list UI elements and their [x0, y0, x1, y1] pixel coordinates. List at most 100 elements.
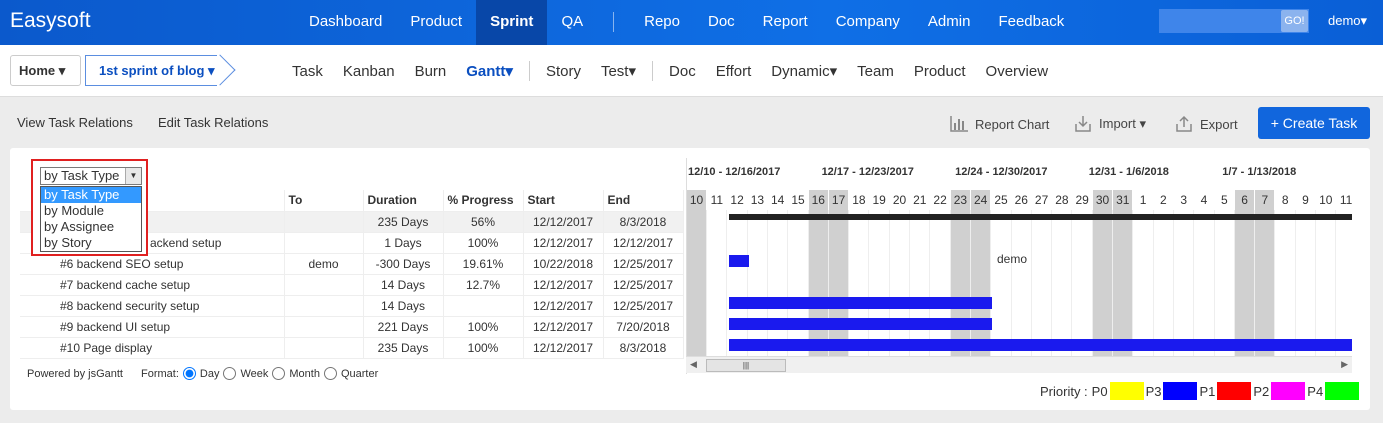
- day-label: 14: [768, 190, 789, 210]
- format-week-radio[interactable]: [223, 367, 237, 380]
- priority-p4-label: P4: [1307, 383, 1324, 399]
- brand-logo[interactable]: Easysoft: [10, 9, 91, 33]
- nav-product[interactable]: Product: [396, 0, 476, 45]
- day-label: 2: [1154, 190, 1174, 210]
- nav-qa[interactable]: QA: [547, 0, 597, 45]
- option-by-assignee[interactable]: by Assignee: [41, 219, 141, 235]
- day-column: [748, 210, 768, 356]
- option-by-story[interactable]: by Story: [41, 235, 141, 251]
- format-quarter-radio[interactable]: [323, 367, 337, 380]
- task-end: 7/20/2018: [603, 316, 684, 338]
- nav-sprint[interactable]: Sprint: [476, 0, 548, 45]
- task-start: 10/22/2018: [523, 253, 604, 275]
- day-label: 25: [992, 190, 1012, 210]
- chevron-down-icon[interactable]: ▼: [125, 168, 141, 184]
- task-end: 8/3/2018: [603, 211, 684, 233]
- group-by-select[interactable]: by Task Type ▼: [40, 167, 142, 185]
- import-button[interactable]: Import ▾: [1073, 115, 1146, 133]
- format-month-radio[interactable]: [272, 367, 286, 380]
- priority-p0-label: P0: [1091, 383, 1108, 399]
- task-name[interactable]: #10 Page display: [20, 337, 285, 359]
- week-label: 12/31 - 1/6/2018: [1088, 166, 1169, 178]
- week-label: 12/10 - 12/16/2017: [688, 166, 781, 178]
- task-bar[interactable]: [728, 318, 993, 330]
- task-bar[interactable]: [728, 255, 749, 267]
- tab-product[interactable]: Product: [904, 63, 976, 80]
- priority-p4-swatch: [1325, 382, 1360, 400]
- priority-p1-label: P1: [1199, 383, 1216, 399]
- format-day-radio[interactable]: [182, 367, 196, 380]
- day-column: [1073, 210, 1093, 356]
- table-row[interactable]: #7 backend cache setup 14 Days 12.7% 12/…: [20, 274, 684, 296]
- scroll-right-icon[interactable]: ▶: [1341, 359, 1348, 370]
- task-to: [284, 232, 364, 254]
- user-menu[interactable]: demo▾: [1328, 13, 1367, 29]
- tab-team[interactable]: Team: [847, 63, 904, 80]
- report-chart-button[interactable]: Report Chart: [949, 115, 1049, 133]
- breadcrumb-home[interactable]: Home ▾: [10, 55, 81, 86]
- export-label: Export: [1200, 116, 1238, 132]
- format-quarter-label: Quarter: [340, 367, 379, 380]
- nav-company[interactable]: Company: [822, 0, 914, 45]
- tab-gantt[interactable]: Gantt▾: [456, 62, 523, 80]
- day-column: [1296, 210, 1316, 356]
- day-column: [870, 210, 890, 356]
- scroll-thumb[interactable]: |||: [706, 359, 786, 372]
- task-start: 12/12/2017: [523, 295, 604, 317]
- export-button[interactable]: Export: [1174, 115, 1238, 133]
- task-name[interactable]: #7 backend cache setup: [20, 274, 285, 296]
- nav-feedback[interactable]: Feedback: [984, 0, 1078, 45]
- tab-overview[interactable]: Overview: [976, 63, 1059, 80]
- powered-by-link[interactable]: Powered by jsGantt: [27, 368, 123, 380]
- day-column: [1113, 210, 1134, 356]
- gantt-scrollbar[interactable]: ◀ ||| ▶: [686, 356, 1352, 373]
- day-column: [1316, 210, 1337, 356]
- day-column: [728, 210, 748, 356]
- task-bar[interactable]: [728, 297, 993, 309]
- table-row[interactable]: #10 Page display 235 Days 100% 12/12/201…: [20, 337, 684, 359]
- create-task-button[interactable]: + Create Task: [1258, 107, 1370, 139]
- tab-story[interactable]: Story: [536, 63, 591, 80]
- summary-bar[interactable]: [728, 214, 1352, 220]
- search-go-button[interactable]: GO!: [1281, 10, 1308, 32]
- tab-doc[interactable]: Doc: [659, 63, 706, 80]
- nav-doc[interactable]: Doc: [694, 0, 749, 45]
- nav-report[interactable]: Report: [749, 0, 822, 45]
- priority-p2-label: P2: [1253, 383, 1270, 399]
- table-row[interactable]: #9 backend UI setup 221 Days 100% 12/12/…: [20, 316, 684, 338]
- group-by-value: by Task Type: [44, 168, 120, 183]
- day-column: [789, 210, 809, 356]
- task-name[interactable]: #6 backend SEO setup: [20, 253, 285, 275]
- import-label: Import ▾: [1099, 116, 1146, 131]
- breadcrumb-sprint[interactable]: 1st sprint of blog ▾: [85, 55, 217, 86]
- table-row[interactable]: #8 backend security setup 14 Days 12/12/…: [20, 295, 684, 317]
- nav-dashboard[interactable]: Dashboard: [295, 0, 396, 45]
- tab-dynamic[interactable]: Dynamic▾: [761, 62, 847, 80]
- day-label: 27: [1032, 190, 1053, 210]
- task-start: 12/12/2017: [523, 274, 604, 296]
- tab-test[interactable]: Test▾: [591, 62, 646, 80]
- day-label: 22: [931, 190, 951, 210]
- task-name[interactable]: #8 backend security setup: [20, 295, 285, 317]
- nav-admin[interactable]: Admin: [914, 0, 985, 45]
- tab-task[interactable]: Task: [282, 63, 333, 80]
- scroll-left-icon[interactable]: ◀: [690, 359, 697, 370]
- group-by-dropdown: by Task Type ▼ by Task Type by Module by…: [31, 159, 148, 256]
- day-label: 18: [849, 190, 870, 210]
- day-column: [1235, 210, 1256, 356]
- tab-effort[interactable]: Effort: [706, 63, 762, 80]
- task-progress: 19.61%: [443, 253, 524, 275]
- priority-legend: Priority : P0 P3 P1 P2 P4: [1040, 382, 1361, 400]
- option-by-module[interactable]: by Module: [41, 203, 141, 219]
- table-row[interactable]: #6 backend SEO setup demo -300 Days 19.6…: [20, 253, 684, 275]
- task-bar[interactable]: [728, 339, 1352, 351]
- tab-burn[interactable]: Burn: [405, 63, 457, 80]
- day-label: 20: [890, 190, 910, 210]
- task-name[interactable]: #9 backend UI setup: [20, 316, 285, 338]
- edit-task-relations-link[interactable]: Edit Task Relations: [158, 115, 268, 130]
- tab-kanban[interactable]: Kanban: [333, 63, 405, 80]
- view-task-relations-link[interactable]: View Task Relations: [17, 115, 133, 130]
- week-label: 12/24 - 12/30/2017: [955, 166, 1048, 178]
- nav-repo[interactable]: Repo: [630, 0, 694, 45]
- option-by-task-type[interactable]: by Task Type: [41, 187, 141, 203]
